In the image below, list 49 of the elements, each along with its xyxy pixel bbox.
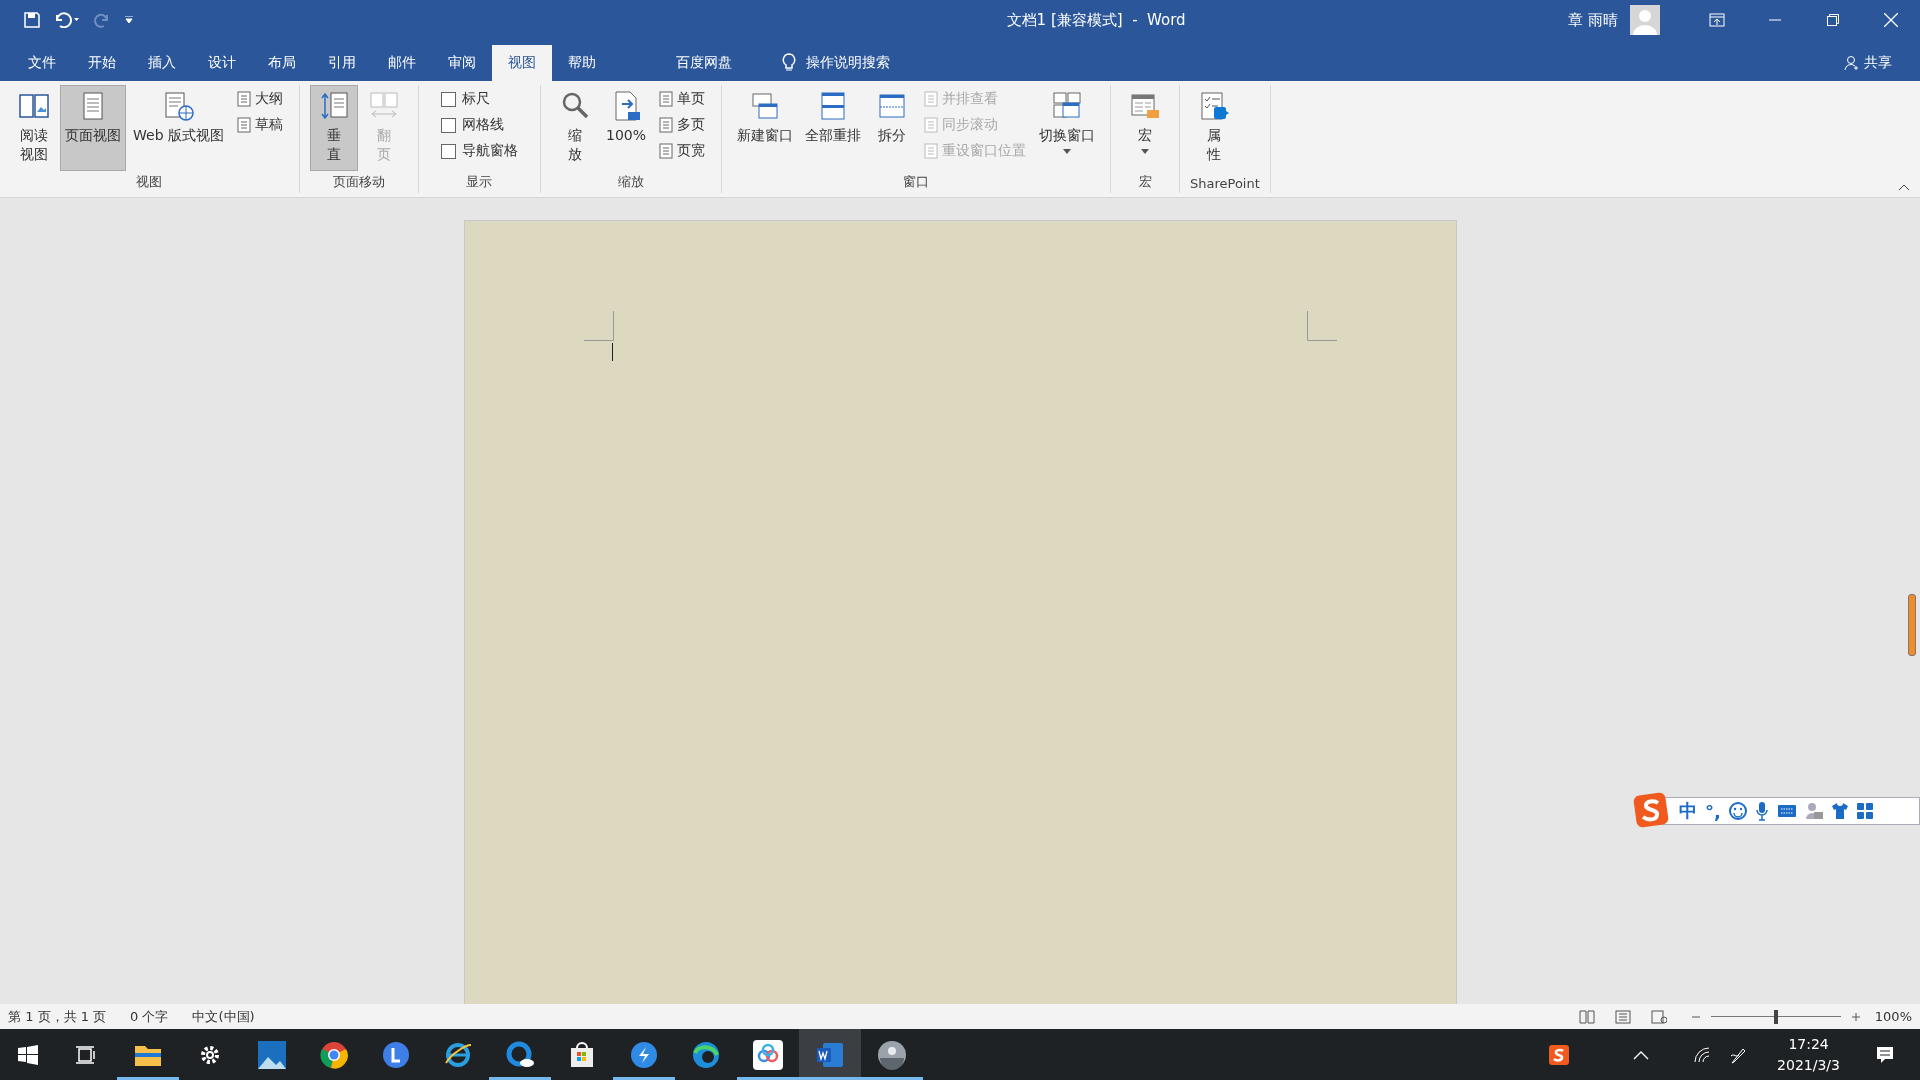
ribbon-tab[interactable]: 邮件 <box>372 45 432 81</box>
ribbon-button[interactable]: 切换窗口 <box>1034 85 1100 171</box>
ribbon-tab[interactable]: 视图 <box>492 45 552 81</box>
ribbon-button[interactable]: 大纲 <box>235 87 285 111</box>
clock[interactable]: 17:24 2021/3/3 <box>1771 1032 1846 1077</box>
language: 中文(中国) <box>192 1007 255 1026</box>
ribbon-button[interactable]: 全部重排 <box>800 85 866 171</box>
ribbon-button[interactable]: 阅读视图 <box>10 85 58 171</box>
checkbox[interactable]: 导航窗格 <box>433 139 526 163</box>
ribbon-button[interactable]: 垂直 <box>310 85 358 171</box>
user-name: 章 雨晴 <box>1568 10 1618 30</box>
ribbon-tab[interactable]: 设计 <box>192 45 252 81</box>
ribbon-tab[interactable]: 审阅 <box>432 45 492 81</box>
punctuation-toggle[interactable]: °, <box>1705 800 1721 822</box>
checkbox[interactable]: 网格线 <box>433 113 526 137</box>
group-label: SharePoint <box>1190 176 1260 193</box>
ribbon-button[interactable]: 单页 <box>657 87 707 111</box>
group-label: 显示 <box>465 173 494 191</box>
ribbon-button[interactable]: 页面视图 <box>60 85 126 171</box>
ribbon-tab[interactable]: 布局 <box>252 45 312 81</box>
group-label: 页面移动 <box>332 173 386 191</box>
ribbon-button[interactable]: 宏 <box>1121 85 1169 171</box>
window-title: 文档1 [兼容模式] - Word <box>1005 10 1187 30</box>
ribbon-button[interactable]: Web 版式视图 <box>128 85 229 171</box>
ribbon-button[interactable]: 拆分 <box>868 85 916 171</box>
ribbon-tab[interactable]: 文件 <box>12 45 72 81</box>
ribbon-button[interactable]: 100% <box>601 85 651 171</box>
word-count: 0 个字 <box>130 1007 169 1026</box>
ribbon-button[interactable]: 页宽 <box>657 139 707 163</box>
ribbon-tab[interactable]: 帮助 <box>552 45 612 81</box>
group-label: 宏 <box>1137 173 1153 191</box>
ribbon-button[interactable]: 多页 <box>657 113 707 137</box>
group-label: 缩放 <box>617 173 645 191</box>
ribbon-tab[interactable]: 百度网盘 <box>652 45 756 81</box>
ribbon-tab[interactable]: 引用 <box>312 45 372 81</box>
ribbon-button[interactable]: 草稿 <box>235 113 285 137</box>
page-count: 第 1 页，共 1 页 <box>8 1007 107 1026</box>
ribbon-button[interactable]: 缩放 <box>551 85 599 171</box>
ribbon-tab[interactable]: 插入 <box>132 45 192 81</box>
search-button[interactable]: 操作说明搜索 <box>776 45 896 81</box>
ribbon-button[interactable]: 新建窗口 <box>732 85 798 171</box>
checkbox[interactable]: 标尺 <box>433 87 526 111</box>
group-label: 视图 <box>135 173 164 191</box>
group-label: 窗口 <box>902 173 930 191</box>
ribbon-button[interactable]: 属性 <box>1190 85 1238 171</box>
ribbon-tab[interactable]: 开始 <box>72 45 132 81</box>
input-mode-toggle[interactable]: 中 <box>1679 799 1697 823</box>
zoom-level[interactable]: 100% <box>1874 1009 1912 1024</box>
share-button[interactable]: 共享 <box>1838 45 1898 81</box>
